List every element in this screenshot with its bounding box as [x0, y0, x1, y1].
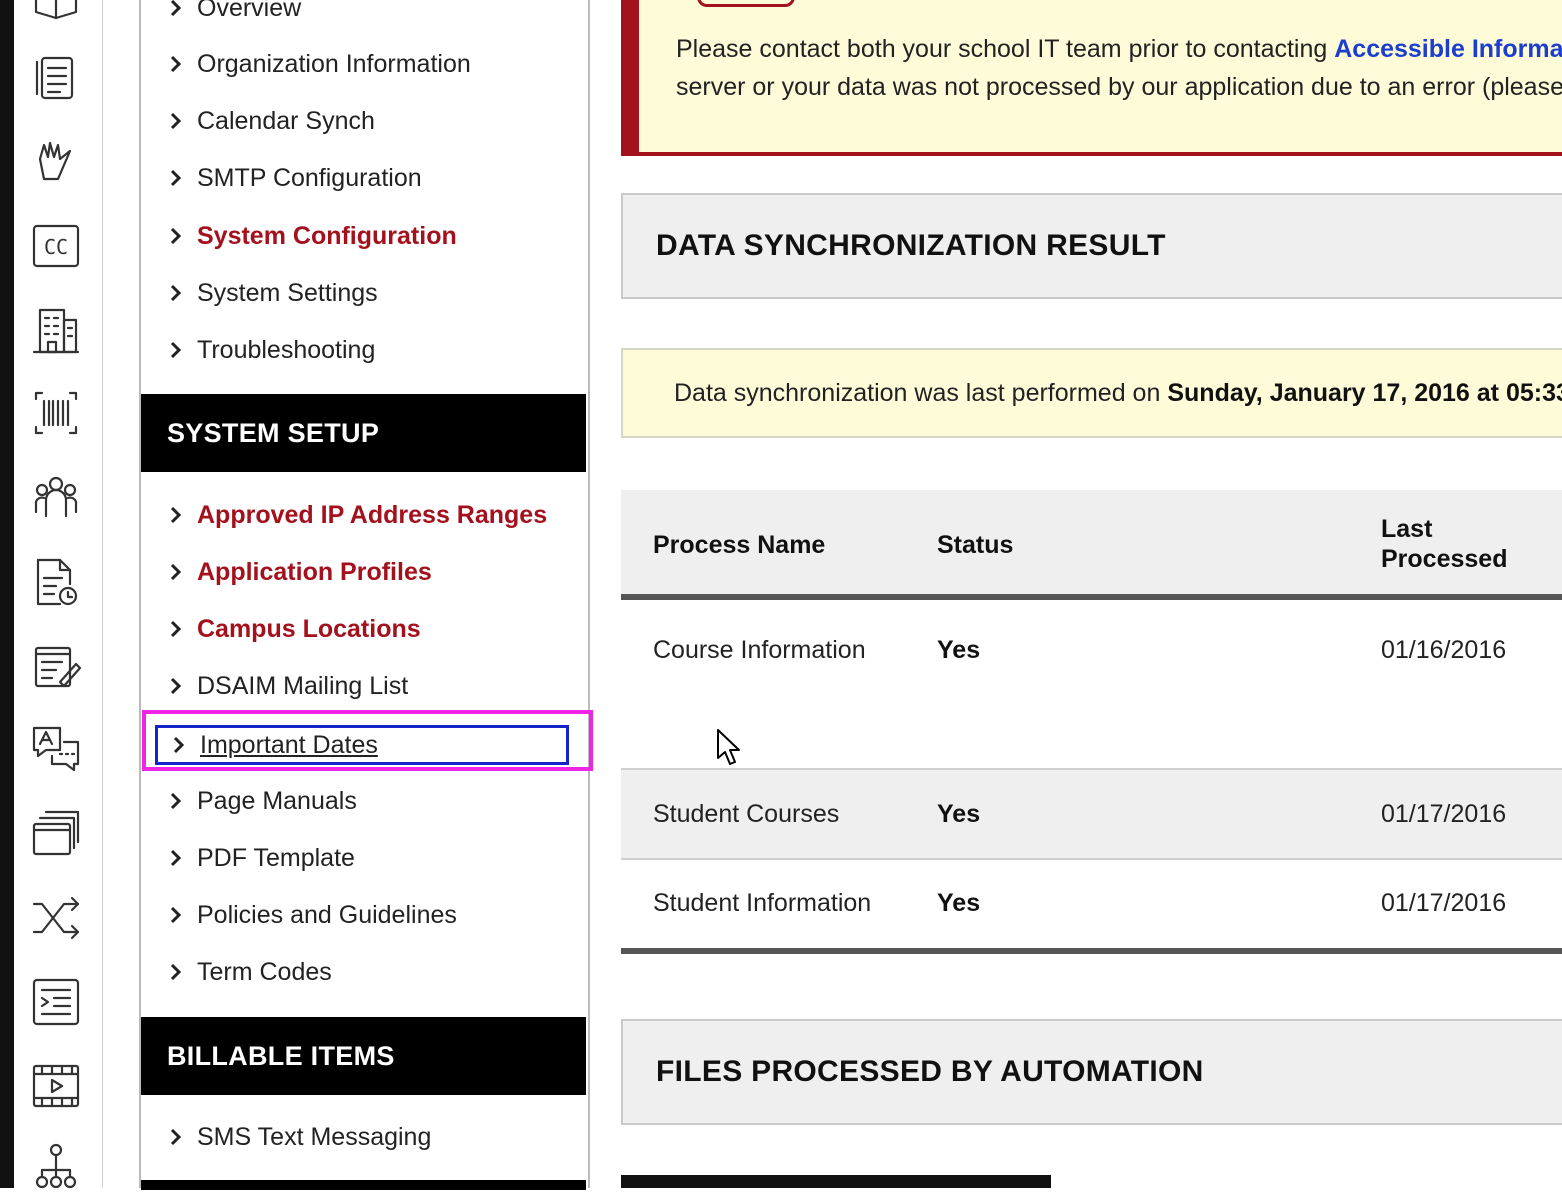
chat-translate-icon[interactable]: [30, 724, 82, 776]
window-edge: [0, 0, 14, 1188]
shuffle-icon[interactable]: [30, 892, 82, 944]
accessible-information-link[interactable]: Accessible Informat: [1334, 35, 1562, 63]
cell-status: Yes: [937, 889, 981, 917]
cell-process: Student Information: [653, 889, 872, 917]
chevron-right-icon: [165, 55, 185, 73]
chevron-right-icon: [165, 0, 185, 17]
nav-link-organization-information[interactable]: Organization Information: [165, 44, 471, 84]
sync-note-text: Data synchronization was last performed …: [674, 378, 1161, 407]
layers-icon[interactable]: [30, 808, 82, 860]
chevron-right-icon: [165, 227, 185, 245]
chevron-right-icon: [165, 677, 185, 695]
side-navigation: Overview Organization Information Calend…: [139, 0, 590, 1190]
table-row: Student Information Yes 01/17/2016: [621, 860, 1562, 948]
chevron-right-icon: [165, 849, 185, 867]
notes-edit-icon[interactable]: [30, 640, 82, 692]
error-banner-text: Please contact both your school IT team …: [676, 30, 1562, 106]
chevron-right-icon: [165, 906, 185, 924]
sync-note: Data synchronization was last performed …: [621, 348, 1562, 438]
nav-link-policies-and-guidelines[interactable]: Policies and Guidelines: [165, 895, 457, 935]
section-header-billable-items: BILLABLE ITEMS: [141, 1017, 586, 1095]
book-icon[interactable]: [30, 0, 82, 30]
sign-language-icon[interactable]: [30, 135, 82, 187]
next-section-bar: [621, 1175, 1051, 1188]
main-content: Please contact both your school IT team …: [621, 0, 1562, 1188]
header-last-processed: Last Processed: [1381, 515, 1508, 573]
nav-link-sms-text-messaging[interactable]: SMS Text Messaging: [165, 1117, 431, 1157]
cell-last-processed: 01/17/2016: [1381, 800, 1507, 828]
nav-link-application-profiles[interactable]: Application Profiles: [165, 552, 432, 592]
nav-link-overview[interactable]: Overview: [165, 0, 301, 28]
data-sync-result-title: DATA SYNCHRONIZATION RESULT: [621, 193, 1562, 299]
files-processed-title: FILES PROCESSED BY AUTOMATION: [621, 1019, 1562, 1125]
section-header-system-setup: SYSTEM SETUP: [141, 394, 586, 472]
table-row: Student Courses Yes 01/17/2016: [621, 770, 1562, 860]
nav-link-dsaim-mailing-list[interactable]: DSAIM Mailing List: [165, 666, 408, 706]
cell-last-processed: 01/17/2016: [1381, 889, 1507, 917]
chevron-right-icon: [165, 169, 185, 187]
nav-link-troubleshooting[interactable]: Troubleshooting: [165, 330, 375, 370]
group-icon[interactable]: [30, 472, 82, 524]
cell-process: Course Information: [653, 636, 866, 664]
chevron-right-icon: [165, 620, 185, 638]
nav-link-approved-ip-address-ranges[interactable]: Approved IP Address Ranges: [165, 495, 547, 535]
nav-link-calendar-synch[interactable]: Calendar Synch: [165, 101, 375, 141]
video-player-icon[interactable]: [30, 1060, 82, 1112]
chevron-right-icon: [165, 792, 185, 810]
chevron-right-icon: [165, 112, 185, 130]
chevron-right-icon: [165, 563, 185, 581]
checklist-icon[interactable]: [30, 52, 82, 104]
section-header-next: [141, 1180, 586, 1190]
nav-link-term-codes[interactable]: Term Codes: [165, 952, 332, 992]
table-header: Process Name Status Last Processed: [621, 490, 1562, 600]
header-status: Status: [937, 531, 1014, 559]
org-chart-icon[interactable]: [30, 1140, 82, 1192]
chevron-right-icon: [165, 1128, 185, 1146]
cell-last-processed: 01/16/2016: [1381, 636, 1507, 664]
cell-status: Yes: [937, 800, 981, 828]
building-icon[interactable]: [30, 304, 82, 356]
highlight-annotation: [142, 710, 593, 771]
icon-rail: CC: [14, 0, 103, 1189]
cell-process: Student Courses: [653, 800, 840, 828]
chevron-right-icon: [165, 284, 185, 302]
table-bottom-border: [621, 948, 1562, 954]
document-clock-icon[interactable]: [30, 556, 82, 608]
barcode-icon[interactable]: [30, 387, 82, 439]
banner-button-edge[interactable]: [697, 0, 795, 7]
chevron-right-icon: [165, 963, 185, 981]
nav-link-campus-locations[interactable]: Campus Locations: [165, 609, 421, 649]
nav-link-pdf-template[interactable]: PDF Template: [165, 838, 355, 878]
chevron-right-icon: [165, 341, 185, 359]
error-banner: Please contact both your school IT team …: [621, 0, 1562, 156]
svg-text:CC: CC: [44, 235, 68, 259]
header-process-name: Process Name: [653, 531, 826, 559]
nav-link-smtp-configuration[interactable]: SMTP Configuration: [165, 158, 422, 198]
mouse-cursor-icon: [717, 729, 740, 765]
chevron-right-icon: [165, 506, 185, 524]
nav-link-system-settings[interactable]: System Settings: [165, 273, 378, 313]
nav-link-system-configuration[interactable]: System Configuration: [165, 216, 457, 256]
cell-status: Yes: [937, 636, 981, 664]
nav-link-page-manuals[interactable]: Page Manuals: [165, 781, 357, 821]
sync-note-date: Sunday, January 17, 2016 at 05:33: [1167, 378, 1562, 407]
closed-caption-icon[interactable]: CC: [30, 220, 82, 272]
indent-list-icon[interactable]: [30, 976, 82, 1028]
table-row: Course Information Yes 01/16/2016: [621, 600, 1562, 770]
